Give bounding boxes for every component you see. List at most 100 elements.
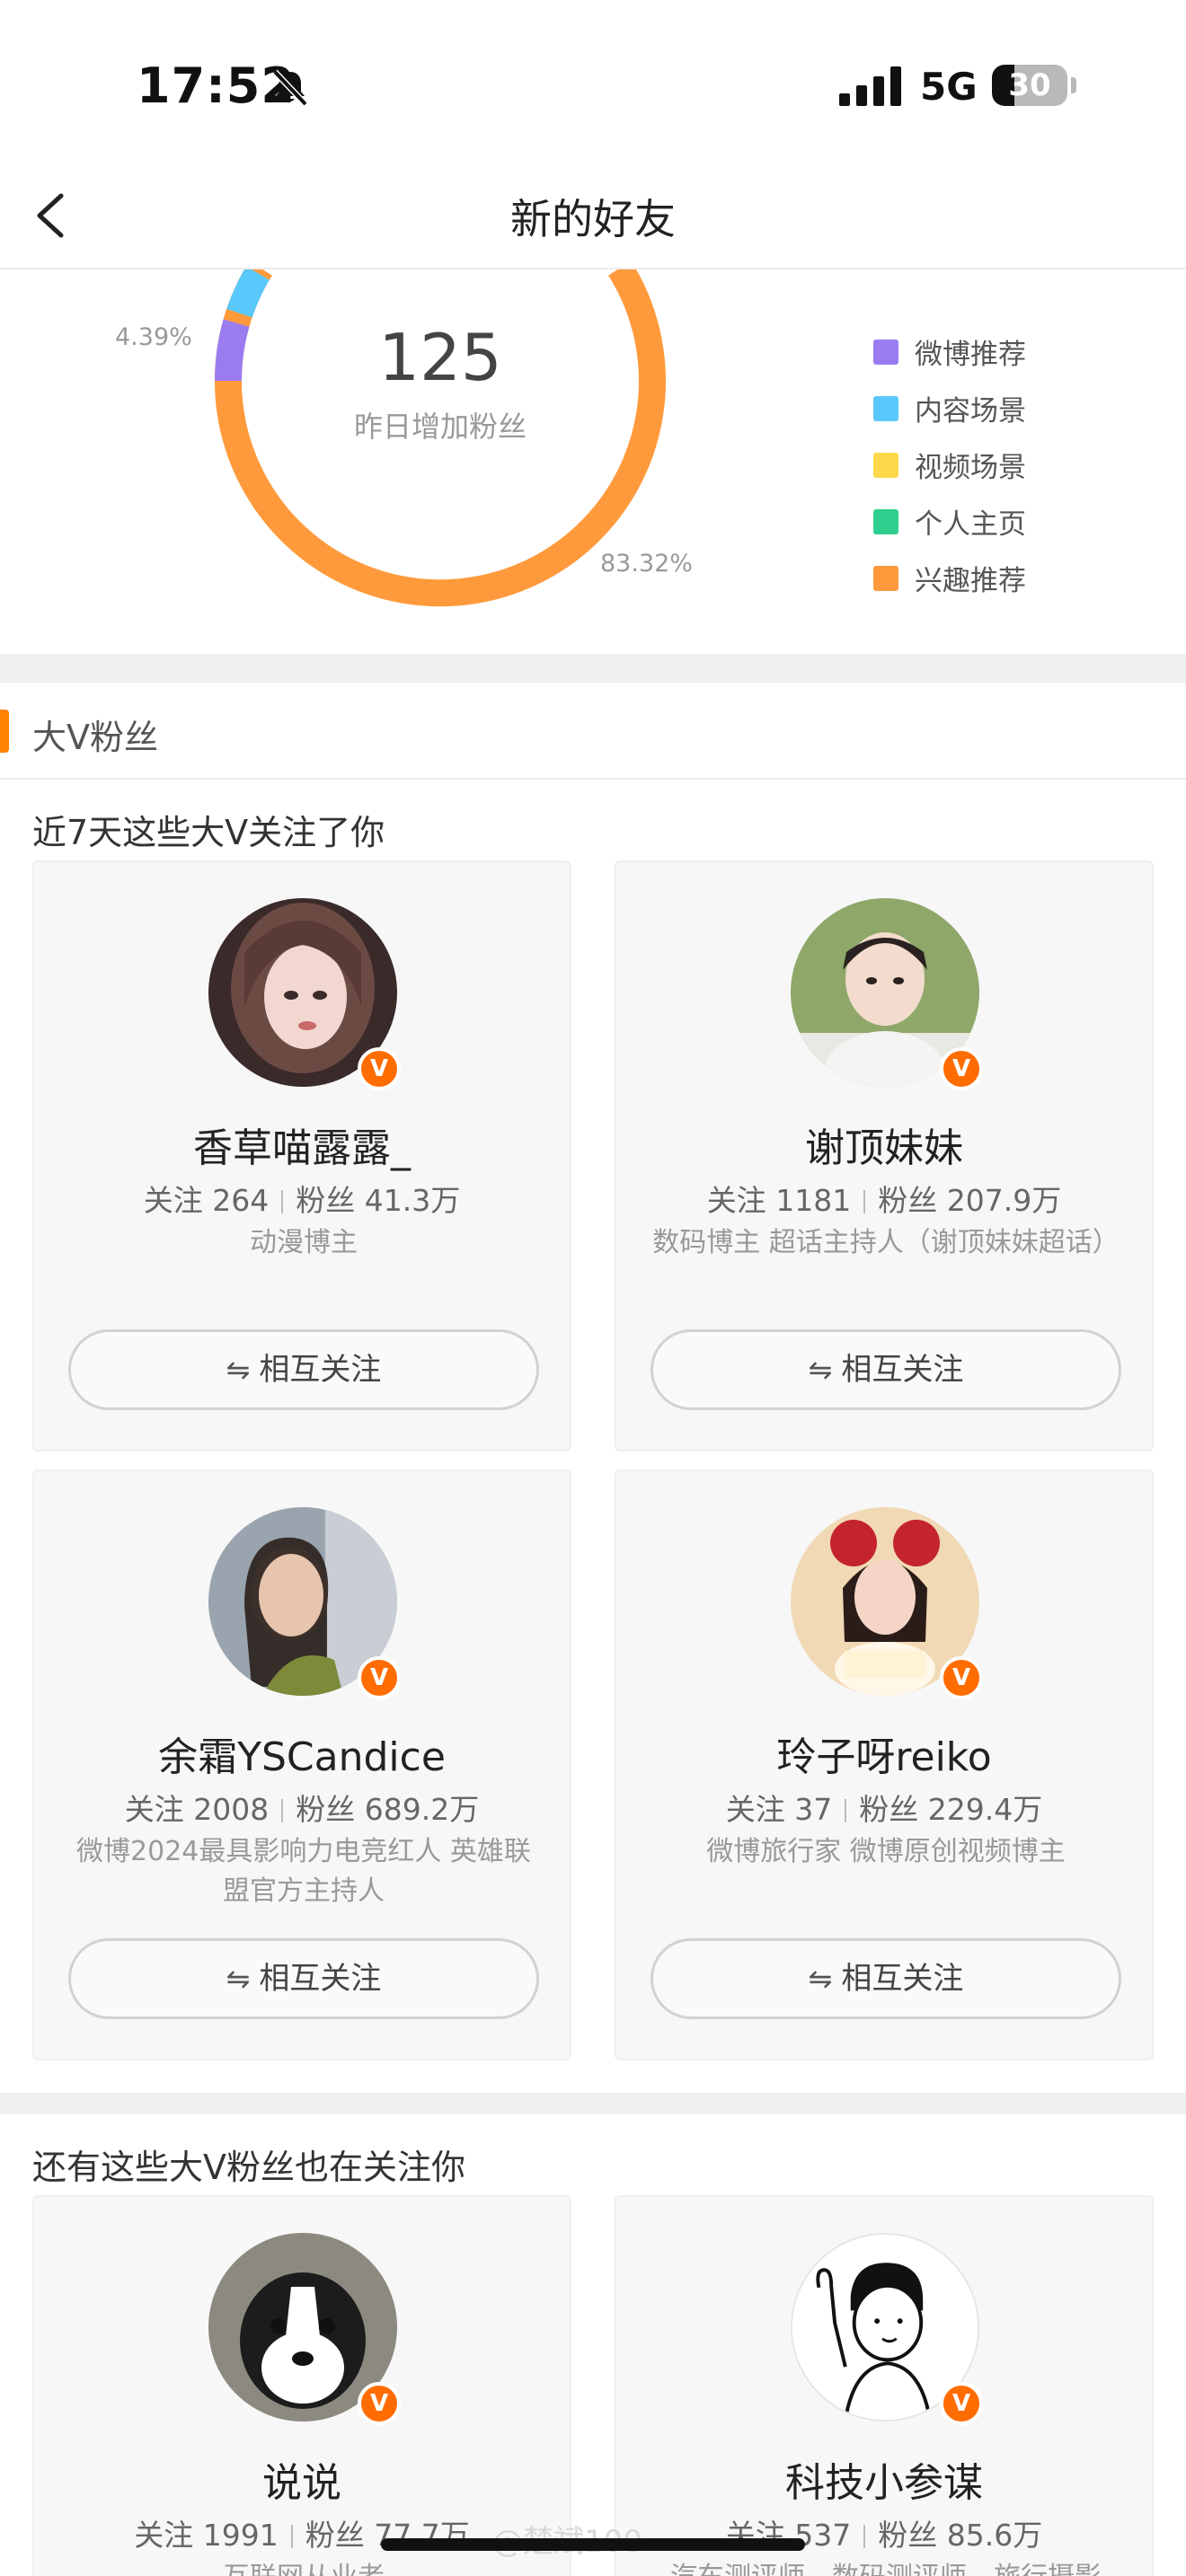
fans-count: 207.9万 bbox=[946, 1183, 1062, 1218]
fans-label: 粉丝 bbox=[878, 1183, 938, 1218]
user-description: 汽车测评师、数码测评师、旅行摄影 bbox=[652, 2558, 1120, 2576]
swap-arrows-icon: ⇋ bbox=[226, 1353, 251, 1387]
donut-segment-content bbox=[226, 269, 270, 318]
user-description: 互联网从业者 bbox=[70, 2558, 537, 2576]
swap-arrows-icon: ⇋ bbox=[808, 1962, 833, 1996]
stat-separator bbox=[281, 1190, 284, 1213]
user-card[interactable]: V 说说 关注 1991粉丝 77.7万 互联网从业者 bbox=[32, 2195, 571, 2576]
legend-item: 个人主页 bbox=[873, 493, 1026, 550]
mutual-follow-button[interactable]: ⇋ 相互关注 bbox=[651, 1938, 1121, 2019]
following-label: 关注 bbox=[143, 1183, 203, 1218]
bell-muted-icon bbox=[272, 69, 308, 107]
user-card[interactable]: V 科技小参谋 关注 537粉丝 85.6万 汽车测评师、数码测评师、旅行摄影 bbox=[615, 2195, 1154, 2576]
legend-swatch bbox=[873, 452, 898, 478]
verified-badge-icon: V bbox=[358, 2382, 401, 2425]
battery-icon: 30 bbox=[992, 65, 1067, 106]
legend-swatch bbox=[873, 565, 898, 591]
mutual-follow-button[interactable]: ⇋ 相互关注 bbox=[68, 1938, 539, 2019]
mutual-follow-label: 相互关注 bbox=[259, 1352, 382, 1388]
user-description: 微博2024最具影响力电竞红人 英雄联盟官方主持人 bbox=[76, 1836, 531, 1907]
verified-badge-icon: V bbox=[358, 1656, 401, 1699]
donut-label-small: 4.39% bbox=[115, 323, 192, 351]
network-type: 5G bbox=[920, 65, 978, 109]
legend-label: 微博推荐 bbox=[915, 339, 1026, 371]
legend-swatch bbox=[873, 508, 898, 534]
fans-count: 41.3万 bbox=[364, 1183, 461, 1218]
verified-badge-icon: V bbox=[940, 1047, 983, 1090]
section-header: 大V粉丝 bbox=[0, 683, 1186, 780]
user-stats: 关注 2008 粉丝 689.2万 bbox=[34, 1786, 570, 1829]
donut-label-large: 83.32% bbox=[600, 550, 693, 578]
following-count: 264 bbox=[212, 1183, 270, 1218]
user-stats: 关注 37 粉丝 229.4万 bbox=[616, 1786, 1152, 1829]
donut-segment-weibo bbox=[215, 319, 250, 382]
mutual-follow-button[interactable]: ⇋ 相互关注 bbox=[651, 1329, 1121, 1410]
swap-arrows-icon: ⇋ bbox=[226, 1962, 251, 1996]
following-count: 1991 bbox=[202, 2518, 279, 2553]
fans-label: 粉丝 bbox=[878, 2518, 938, 2553]
fans-count: 229.4万 bbox=[927, 1792, 1043, 1827]
section-divider bbox=[0, 654, 1186, 683]
stat-separator bbox=[281, 1799, 284, 1822]
legend-item: 微博推荐 bbox=[873, 323, 1026, 380]
battery-percent: 30 bbox=[1008, 67, 1051, 103]
user-name[interactable]: 说说 bbox=[34, 2450, 570, 2508]
status-bar: 17:52 5G 30 bbox=[0, 0, 1186, 162]
section-title: 大V粉丝 bbox=[32, 718, 158, 757]
verified-badge-icon: V bbox=[940, 2382, 983, 2425]
user-stats: 关注 264 粉丝 41.3万 bbox=[34, 1177, 570, 1220]
mutual-follow-button[interactable]: ⇋ 相互关注 bbox=[68, 1329, 539, 1410]
user-card[interactable]: V 余霜YSCandice 关注 2008 粉丝 689.2万 微博2024最具影… bbox=[32, 1469, 571, 2060]
stat-separator bbox=[863, 1190, 866, 1213]
donut-center-caption: 昨日增加粉丝 bbox=[353, 410, 527, 444]
recent-subtitle: 近7天这些大V关注了你 bbox=[32, 813, 385, 852]
section-divider bbox=[0, 2093, 1186, 2114]
fans-label: 粉丝 bbox=[305, 2518, 365, 2553]
user-card[interactable]: V 玲子呀reiko 关注 37 粉丝 229.4万 微博旅行家 微博原创视频博主… bbox=[615, 1469, 1154, 2060]
donut-center-value: 125 bbox=[378, 320, 502, 395]
user-name[interactable]: 谢顶妹妹 bbox=[616, 1116, 1152, 1173]
following-count: 1181 bbox=[775, 1183, 852, 1218]
mutual-follow-label: 相互关注 bbox=[841, 1961, 964, 1997]
following-label: 关注 bbox=[725, 1792, 785, 1827]
signal-icon bbox=[839, 66, 901, 106]
nav-bar: 新的好友 bbox=[0, 162, 1186, 269]
verified-badge-icon: V bbox=[940, 1656, 983, 1699]
user-name[interactable]: 科技小参谋 bbox=[616, 2450, 1152, 2508]
mutual-follow-label: 相互关注 bbox=[259, 1961, 382, 1997]
fans-count: 689.2万 bbox=[364, 1792, 480, 1827]
user-description: 数码博主 超话主持人（谢顶妹妹超话） bbox=[652, 1227, 1120, 1258]
user-name[interactable]: 玲子呀reiko bbox=[616, 1725, 1152, 1782]
page-title: 新的好友 bbox=[510, 195, 676, 243]
legend-item: 视频场景 bbox=[873, 437, 1026, 493]
legend-item: 兴趣推荐 bbox=[873, 550, 1026, 606]
legend-label: 兴趣推荐 bbox=[915, 565, 1026, 597]
home-indicator[interactable] bbox=[381, 2538, 805, 2551]
mutual-follow-label: 相互关注 bbox=[841, 1352, 964, 1388]
legend-label: 个人主页 bbox=[915, 508, 1026, 541]
more-subtitle: 还有这些大V粉丝也在关注你 bbox=[32, 2148, 465, 2187]
stat-separator bbox=[845, 1799, 847, 1822]
fans-source-chart: 125 昨日增加粉丝 4.39% 83.32% 微博推荐 内容场景 视频场景 个… bbox=[0, 269, 1186, 654]
user-name[interactable]: 香草喵露露_ bbox=[34, 1116, 570, 1173]
user-description: 微博旅行家 微博原创视频博主 bbox=[706, 1836, 1066, 1867]
following-count: 37 bbox=[794, 1792, 833, 1827]
chart-legend: 微博推荐 内容场景 视频场景 个人主页 兴趣推荐 bbox=[873, 323, 1026, 606]
swap-arrows-icon: ⇋ bbox=[808, 1353, 833, 1387]
following-count: 2008 bbox=[193, 1792, 270, 1827]
fans-label: 粉丝 bbox=[296, 1792, 356, 1827]
user-name[interactable]: 余霜YSCandice bbox=[34, 1725, 570, 1782]
following-label: 关注 bbox=[124, 1792, 184, 1827]
legend-label: 视频场景 bbox=[915, 452, 1026, 484]
legend-swatch bbox=[873, 395, 898, 421]
fans-label: 粉丝 bbox=[859, 1792, 919, 1827]
user-stats: 关注 1181 粉丝 207.9万 bbox=[616, 1177, 1152, 1220]
fans-label: 粉丝 bbox=[296, 1183, 356, 1218]
following-label: 关注 bbox=[134, 2518, 194, 2553]
battery-tip bbox=[1071, 77, 1076, 93]
user-card[interactable]: V 香草喵露露_ 关注 264 粉丝 41.3万 动漫博主 ⇋ 相互关注 bbox=[32, 860, 571, 1451]
legend-swatch bbox=[873, 339, 898, 365]
user-card[interactable]: V 谢顶妹妹 关注 1181 粉丝 207.9万 数码博主 超话主持人（谢顶妹妹超… bbox=[615, 860, 1154, 1451]
legend-label: 内容场景 bbox=[915, 395, 1026, 428]
user-description: 动漫博主 bbox=[250, 1227, 358, 1258]
